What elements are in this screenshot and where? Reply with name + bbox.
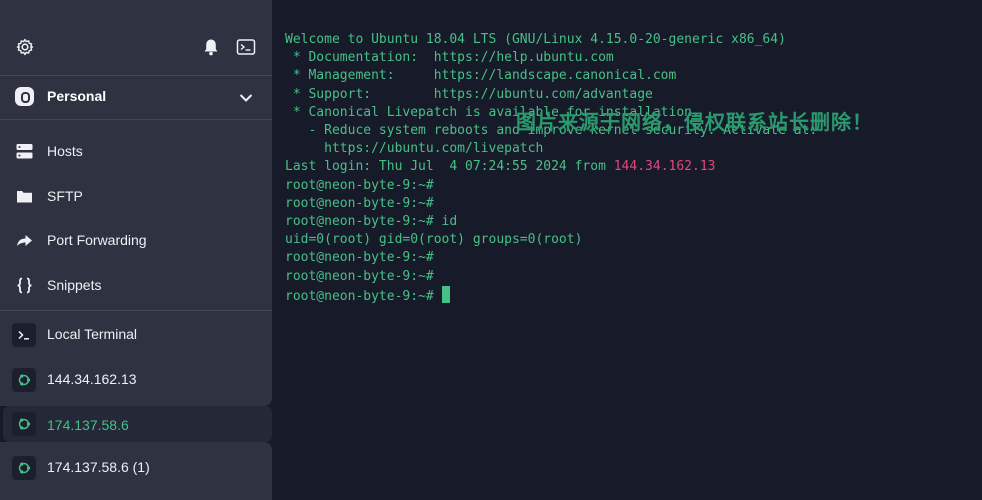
vault-selector[interactable]: Personal — [0, 76, 272, 119]
last-login-text: Last login: Thu Jul 4 07:24:55 2024 from — [285, 159, 614, 175]
terminal-line: https://ubuntu.com/livepatch — [285, 141, 544, 157]
session-local-terminal[interactable]: Local Terminal — [0, 313, 272, 357]
terminal-cursor — [441, 285, 450, 303]
prompt-line[interactable]: root@neon-byte-9:~# — [285, 285, 817, 306]
port-forwarding-icon — [17, 235, 32, 246]
terminal-output: Welcome to Ubuntu 18.04 LTS (GNU/Linux 4… — [285, 31, 817, 306]
terminal-line: * Support: https://ubuntu.com/advantage — [285, 86, 653, 102]
nav-label: Port Forwarding — [47, 232, 147, 248]
hosts-icon — [16, 144, 33, 159]
session-label: Local Terminal — [47, 326, 138, 342]
last-login-line: Last login: Thu Jul 4 07:24:55 2024 from… — [285, 158, 817, 176]
folder-icon — [17, 191, 32, 203]
watermark: 图片来源于网络，侵权联系站长删除！ — [516, 110, 873, 134]
vault-label: Personal — [47, 88, 107, 104]
divider — [0, 310, 272, 311]
session-174-137-58-6[interactable]: 174.137.58.6 — [3, 406, 272, 442]
sidebar-panel-lower: 174.137.58.6 (1) — [0, 442, 272, 500]
nav-label: Snippets — [47, 277, 102, 293]
nav-item-hosts[interactable]: Hosts — [0, 130, 272, 174]
sidebar: Personal Hosts SFTP Port Forwarding Snip… — [0, 0, 272, 500]
terminal-prompt: root@neon-byte-9:~# — [285, 288, 442, 304]
terminal-line: root@neon-byte-9:~# — [285, 195, 434, 211]
sidebar-panel: Personal Hosts SFTP Port Forwarding Snip… — [0, 0, 272, 406]
terminal-line: uid=0(root) gid=0(root) groups=0(root) — [285, 232, 583, 248]
session-144-34-162-13[interactable]: 144.34.162.13 — [0, 358, 272, 402]
chevron-down-icon[interactable] — [238, 90, 254, 106]
session-label: 174.137.58.6 (1) — [47, 459, 150, 475]
gear-icon[interactable] — [15, 37, 35, 57]
nav-label: Hosts — [47, 143, 83, 159]
ubuntu-icon — [12, 456, 36, 480]
terminal-icon — [12, 323, 36, 347]
terminal-icon[interactable] — [236, 37, 256, 57]
terminal-line: root@neon-byte-9:~# — [285, 250, 434, 266]
divider — [0, 119, 272, 120]
terminal-line: root@neon-byte-9:~# — [285, 268, 434, 284]
nav-item-sftp[interactable]: SFTP — [0, 175, 272, 219]
bell-icon[interactable] — [201, 37, 221, 57]
terminal-line: root@neon-byte-9:~# id — [285, 214, 458, 230]
braces-icon — [17, 277, 32, 294]
nav-item-port-forwarding[interactable]: Port Forwarding — [0, 219, 272, 263]
ubuntu-icon — [12, 412, 36, 436]
terminal-line: * Documentation: https://help.ubuntu.com — [285, 50, 614, 66]
terminal-line: Welcome to Ubuntu 18.04 LTS (GNU/Linux 4… — [285, 32, 786, 47]
terminal-line: * Management: https://landscape.canonica… — [285, 68, 677, 84]
session-label: 144.34.162.13 — [47, 371, 137, 387]
terminal-pane[interactable]: Welcome to Ubuntu 18.04 LTS (GNU/Linux 4… — [272, 0, 982, 500]
nav-label: SFTP — [47, 188, 83, 204]
last-login-ip: 144.34.162.13 — [613, 159, 716, 175]
terminal-line: root@neon-byte-9:~# — [285, 177, 434, 193]
vault-icon — [15, 87, 34, 106]
ubuntu-icon — [12, 368, 36, 392]
session-174-137-58-6-1[interactable]: 174.137.58.6 (1) — [0, 446, 272, 490]
nav-item-snippets[interactable]: Snippets — [0, 264, 272, 308]
session-label: 174.137.58.6 — [47, 417, 129, 433]
